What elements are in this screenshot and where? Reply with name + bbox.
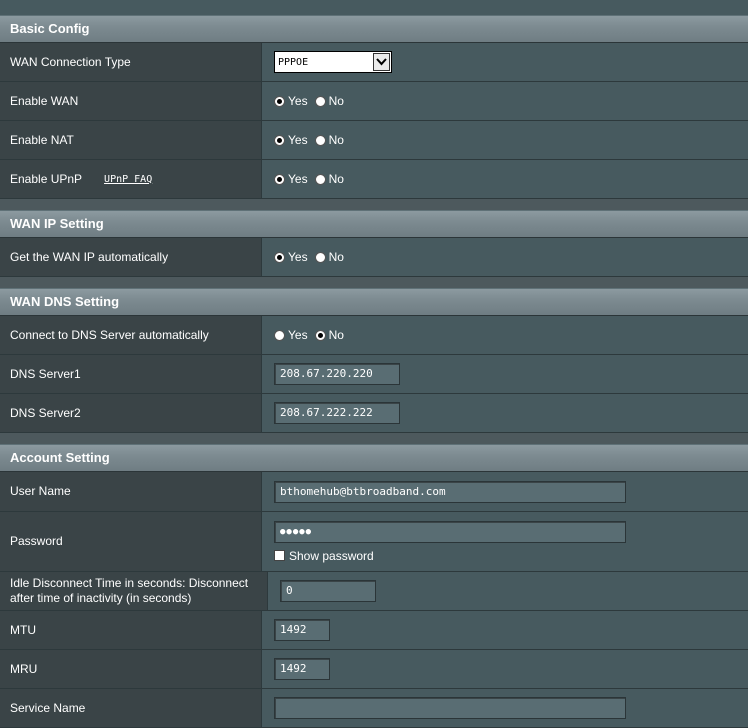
row-enable-nat: Enable NAT Yes No [0, 121, 748, 160]
top-strip [0, 0, 748, 15]
label-enable-wan: Enable WAN [0, 82, 262, 120]
row-enable-upnp: Enable UPnP UPnP FAQ Yes No [0, 160, 748, 199]
label-mtu: MTU [0, 611, 262, 649]
label-idle-disconnect: Idle Disconnect Time in seconds: Disconn… [0, 572, 268, 610]
row-enable-wan: Enable WAN Yes No [0, 82, 748, 121]
label-user-name: User Name [0, 472, 262, 511]
row-user-name: User Name bthomehub@btbroadband.com [0, 472, 748, 512]
idle-disconnect-input[interactable]: 0 [280, 580, 376, 602]
label-dns-server2: DNS Server2 [0, 394, 262, 432]
label-enable-upnp: Enable UPnP [10, 171, 83, 186]
upnp-faq-link[interactable]: UPnP FAQ [104, 172, 152, 187]
enable-nat-yes-radio[interactable]: Yes [274, 133, 308, 147]
section-title-account: Account Setting [0, 445, 748, 472]
row-wan-connection-type: WAN Connection Type PPPOE [0, 43, 748, 82]
row-dns-server2: DNS Server2 208.67.222.222 [0, 394, 748, 433]
section-title-wan-ip: WAN IP Setting [0, 211, 748, 238]
dns-server1-input[interactable]: 208.67.220.220 [274, 363, 400, 385]
wan-connection-type-select[interactable]: PPPOE [274, 51, 392, 73]
show-password-box[interactable] [274, 550, 285, 561]
row-idle-disconnect: Idle Disconnect Time in seconds: Disconn… [0, 572, 748, 611]
basic-config-section: Basic Config WAN Connection Type PPPOE E… [0, 15, 748, 199]
section-title-wan-dns: WAN DNS Setting [0, 289, 748, 316]
row-mru: MRU 1492 [0, 650, 748, 689]
row-password: Password ●●●●● Show password [0, 512, 748, 572]
service-name-input[interactable] [274, 697, 626, 719]
enable-wan-no-radio[interactable]: No [314, 94, 344, 108]
label-dns-server1: DNS Server1 [0, 355, 262, 393]
wan-ip-auto-no-radio[interactable]: No [314, 250, 344, 264]
password-input[interactable]: ●●●●● [274, 520, 626, 543]
enable-upnp-yes-radio[interactable]: Yes [274, 172, 308, 186]
chevron-down-icon[interactable] [373, 53, 390, 71]
show-password-checkbox[interactable]: Show password [274, 549, 374, 563]
label-dns-auto: Connect to DNS Server automatically [0, 316, 262, 354]
label-service-name: Service Name [0, 689, 262, 727]
wan-connection-type-value: PPPOE [278, 56, 309, 68]
enable-upnp-no-radio[interactable]: No [314, 172, 344, 186]
enable-nat-no-radio[interactable]: No [314, 133, 344, 147]
wan-dns-section: WAN DNS Setting Connect to DNS Server au… [0, 288, 748, 433]
row-dns-server1: DNS Server1 208.67.220.220 [0, 355, 748, 394]
row-mtu: MTU 1492 [0, 611, 748, 650]
label-wan-ip-auto: Get the WAN IP automatically [0, 238, 262, 276]
wan-ip-auto-yes-radio[interactable]: Yes [274, 250, 308, 264]
account-section: Account Setting User Name bthomehub@btbr… [0, 444, 748, 728]
label-wan-connection-type: WAN Connection Type [0, 43, 262, 81]
mru-input[interactable]: 1492 [274, 658, 330, 680]
row-service-name: Service Name [0, 689, 748, 728]
section-title-basic-config: Basic Config [0, 16, 748, 43]
dns-auto-no-radio[interactable]: No [314, 328, 344, 342]
wan-ip-section: WAN IP Setting Get the WAN IP automatica… [0, 210, 748, 277]
label-enable-nat: Enable NAT [0, 121, 262, 159]
enable-wan-yes-radio[interactable]: Yes [274, 94, 308, 108]
label-password: Password [0, 512, 262, 571]
label-mru: MRU [0, 650, 262, 688]
dns-server2-input[interactable]: 208.67.222.222 [274, 402, 400, 424]
mtu-input[interactable]: 1492 [274, 619, 330, 641]
row-wan-ip-auto: Get the WAN IP automatically Yes No [0, 238, 748, 277]
row-dns-auto: Connect to DNS Server automatically Yes … [0, 316, 748, 355]
user-name-input[interactable]: bthomehub@btbroadband.com [274, 480, 626, 503]
show-password-label: Show password [289, 548, 374, 563]
dns-auto-yes-radio[interactable]: Yes [274, 328, 308, 342]
